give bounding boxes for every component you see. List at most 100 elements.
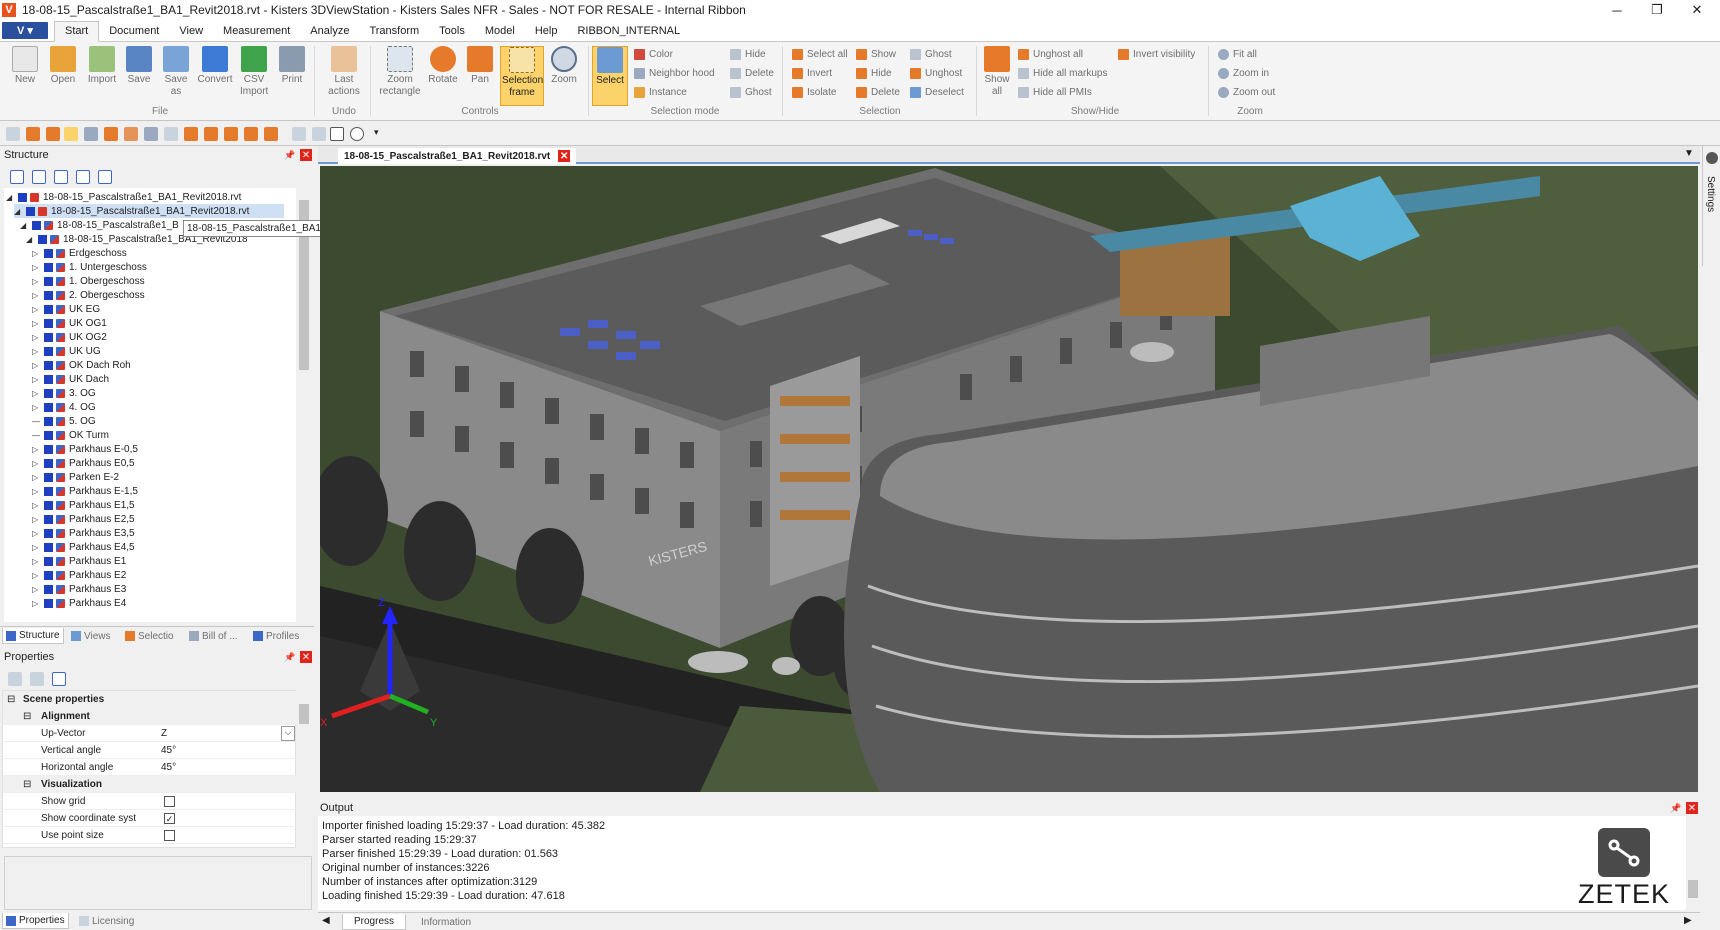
collapsed-arrow-icon[interactable]: ▷	[32, 249, 41, 258]
ghost-button[interactable]: Ghost	[910, 46, 952, 62]
collapsed-arrow-icon[interactable]: ▷	[32, 445, 41, 454]
collapsed-arrow-icon[interactable]: ▷	[32, 333, 41, 342]
tab-start[interactable]: Start	[54, 21, 100, 42]
collapsed-arrow-icon[interactable]: ▷	[32, 277, 41, 286]
3d-scene[interactable]: KISTERS Z X Y	[320, 166, 1698, 792]
categorized-icon[interactable]	[8, 672, 22, 686]
tree-item[interactable]: ▷ UK Dach	[32, 372, 109, 386]
app-menu-button[interactable]: V ▾	[2, 22, 48, 39]
invert-button[interactable]: Invert	[792, 65, 832, 81]
visibility-checkbox[interactable]	[32, 220, 41, 230]
delete-button[interactable]: Delete	[856, 84, 900, 100]
fit-all-button[interactable]: Fit all	[1218, 46, 1257, 62]
pan-button[interactable]: Pan	[464, 46, 496, 86]
tree-item[interactable]: ▷ 2. Obergeschoss	[32, 288, 145, 302]
collapsed-arrow-icon[interactable]: ▷	[32, 459, 41, 468]
collapsed-arrow-icon[interactable]: ▷	[32, 543, 41, 552]
tree-item[interactable]: ▷ Parkhaus E1	[32, 554, 126, 568]
expanded-arrow-icon[interactable]: ◢	[26, 235, 35, 244]
alignment-section[interactable]: ⊟ Alignment	[3, 708, 297, 725]
tab-profiles[interactable]: Profiles	[250, 628, 302, 644]
unghost-button[interactable]: Unghost	[910, 65, 962, 81]
tab-view[interactable]: View	[169, 22, 213, 41]
tree-item[interactable]: ▷ UK EG	[32, 302, 100, 316]
visibility-checkbox[interactable]	[44, 556, 53, 566]
tree-item[interactable]: ▷ Erdgeschoss	[32, 246, 127, 260]
tree-options-icon[interactable]	[98, 170, 112, 184]
tab-tools[interactable]: Tools	[429, 22, 475, 41]
hide-button[interactable]: Hide	[856, 65, 892, 81]
collapse-level-icon[interactable]	[76, 170, 90, 184]
show-all-button[interactable]: Show all	[982, 46, 1012, 98]
zoom-rect-tool-icon[interactable]	[6, 127, 20, 141]
tab-model[interactable]: Model	[475, 22, 525, 41]
tree-item[interactable]: ▷ OK Dach Roh	[32, 358, 131, 372]
collapsed-arrow-icon[interactable]: ▷	[32, 403, 41, 412]
collapse-icon[interactable]: ⊟	[23, 711, 31, 722]
pin-icon[interactable]: 📌	[284, 150, 295, 161]
tab-document[interactable]: Document	[99, 22, 169, 41]
tab-selection[interactable]: Selectio	[122, 628, 177, 644]
tree-item[interactable]: ▷ Parkhaus E-1,5	[32, 484, 138, 498]
view-tool-icon[interactable]	[124, 127, 138, 141]
tab-list-dropdown[interactable]: ▼	[1684, 148, 1694, 159]
collapsed-arrow-icon[interactable]: ▷	[32, 375, 41, 384]
visibility-checkbox[interactable]	[44, 332, 53, 342]
scrollbar-thumb[interactable]	[1688, 880, 1698, 898]
collapsed-arrow-icon[interactable]: ▷	[32, 515, 41, 524]
visualization-section[interactable]: ⊟ Visualization	[3, 776, 297, 793]
import-button[interactable]: Import	[84, 46, 120, 86]
zoom-rectangle-button[interactable]: Zoom rectangle	[379, 46, 421, 98]
chevron-down-icon[interactable]: ⌵	[281, 725, 295, 741]
save-button[interactable]: Save	[124, 46, 154, 86]
selection-frame-tool-icon[interactable]	[64, 127, 78, 141]
tab-help[interactable]: Help	[525, 22, 568, 41]
collapsed-arrow-icon[interactable]: ▷	[32, 319, 41, 328]
tree-item[interactable]: ▷ 1. Untergeschoss	[32, 260, 147, 274]
rotate-tool-icon[interactable]	[26, 127, 40, 141]
save-as-button[interactable]: Save as	[160, 46, 192, 98]
collapsed-arrow-icon[interactable]: ▷	[32, 263, 41, 272]
visibility-checkbox[interactable]	[44, 528, 53, 538]
properties-scrollbar[interactable]	[298, 690, 310, 848]
visibility-checkbox[interactable]	[44, 276, 53, 286]
close-output-panel-button[interactable]: ✕	[1686, 802, 1698, 814]
collapsed-arrow-icon[interactable]: ▷	[32, 389, 41, 398]
print-button[interactable]: Print	[276, 46, 308, 86]
tree-item[interactable]: —5. OG	[32, 414, 96, 428]
settings-label[interactable]: Settings	[1705, 176, 1716, 212]
visibility-checkbox[interactable]	[44, 262, 53, 272]
tree-item[interactable]: ▷ 1. Obergeschoss	[32, 274, 145, 288]
tree-node[interactable]: ◢ 18-08-15_Pascalstraße1_B	[20, 218, 179, 232]
neighbor-hood-option[interactable]: Neighbor hood	[634, 65, 715, 81]
pin-icon[interactable]: 📌	[1670, 803, 1681, 814]
hide-all-markups-button[interactable]: Hide all markups	[1018, 65, 1107, 81]
tree-item[interactable]: ▷ Parkhaus E1,5	[32, 498, 135, 512]
visibility-checkbox[interactable]	[44, 290, 53, 300]
settings-side-panel[interactable]: Settings	[1702, 146, 1720, 266]
convert-button[interactable]: Convert	[196, 46, 234, 86]
cube-view-icon[interactable]	[264, 127, 278, 141]
markup-tool-icon[interactable]	[292, 127, 306, 141]
tab-bill-of-materials[interactable]: Bill of ...	[186, 628, 241, 644]
tree-node-selected[interactable]: ◢ 18-08-15_Pascalstraße1_BA1_Revit2018.rv…	[14, 204, 284, 218]
tab-licensing[interactable]: Licensing	[76, 913, 137, 929]
close-properties-panel-button[interactable]: ✕	[300, 651, 312, 663]
scroll-right-icon[interactable]: ▶	[1684, 915, 1692, 926]
show-coordinate-system-checkbox[interactable]: ✓	[164, 812, 175, 824]
visibility-checkbox[interactable]	[44, 374, 53, 384]
collapsed-arrow-icon[interactable]: ▷	[32, 487, 41, 496]
tab-measurement[interactable]: Measurement	[213, 22, 300, 41]
close-button[interactable]: ✕	[1674, 0, 1720, 20]
selection-frame-button[interactable]: Selection frame	[500, 46, 544, 106]
instance-option[interactable]: Instance	[634, 84, 687, 100]
invert-visibility-button[interactable]: Invert visibility	[1118, 46, 1195, 62]
new-button[interactable]: New	[10, 46, 40, 86]
tab-transform[interactable]: Transform	[359, 22, 429, 41]
horizontal-angle-field[interactable]: 45°	[161, 762, 176, 773]
zoom-tool-icon[interactable]	[84, 127, 98, 141]
hide-mode-option[interactable]: Hide	[730, 46, 766, 62]
output-scrollbar[interactable]	[1686, 816, 1700, 910]
collapsed-arrow-icon[interactable]: ▷	[32, 305, 41, 314]
close-document-tab-button[interactable]: ✕	[558, 150, 571, 162]
